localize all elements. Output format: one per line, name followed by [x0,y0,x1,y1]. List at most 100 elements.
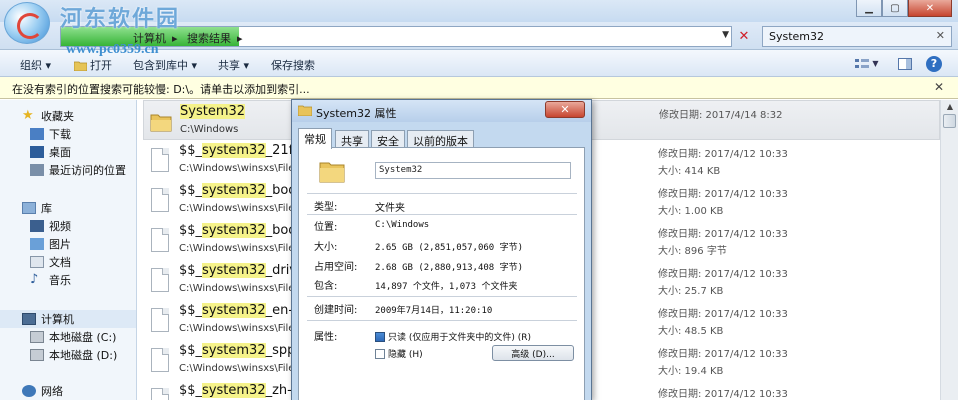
result-size: 大小: 1.00 KB [658,206,724,217]
clear-search-icon[interactable]: ✕ [936,29,945,42]
file-icon [151,348,169,372]
result-name-prefix: $$_ [179,183,203,198]
star-icon: ★ [22,108,34,123]
desktop-icon [30,146,44,158]
result-name-match: system32 [202,303,266,318]
help-button[interactable]: ? [925,55,943,72]
minimize-button[interactable]: ▁ [856,0,882,17]
tab-previous-versions[interactable]: 以前的版本 [407,130,474,148]
result-name: $$_system32_en-us [179,303,308,318]
nav-network[interactable]: 网络 [22,382,63,400]
folder-open-icon [74,61,87,71]
include-in-library-menu[interactable]: 包含到库中 ▾ [133,57,197,73]
share-menu[interactable]: 共享 ▾ [218,57,249,73]
close-infobar-icon[interactable]: ✕ [934,80,944,94]
organize-menu[interactable]: 组织 ▾ [20,57,51,73]
nav-documents[interactable]: 文档 [30,253,71,271]
breadcrumb-search-results[interactable]: 搜索结果 [187,32,231,45]
nav-favorites[interactable]: ★ 收藏夹 [22,107,74,125]
library-icon [22,202,36,214]
nav-videos[interactable]: 视频 [30,217,71,235]
checkbox-indeterminate-icon [375,331,385,342]
chevron-down-icon[interactable]: ▼ [722,30,729,40]
result-path: C:\Windows\winsxs\FileM [179,323,304,334]
nav-documents-label: 文档 [49,256,71,269]
search-input[interactable]: System32 ✕ [762,26,952,47]
view-options-button[interactable]: ▼ [852,55,882,72]
nav-computer[interactable]: 计算机 [0,310,136,328]
tab-security[interactable]: 安全 [371,130,405,148]
nav-drive-c-label: 本地磁盘 (C:) [49,331,117,344]
open-button[interactable]: 打开 [74,57,112,73]
hidden-label: 隐藏 (H) [388,350,423,360]
result-modified-date: 修改日期: 2017/4/12 10:33 [658,189,788,200]
result-name-match: system32 [202,183,266,198]
result-name: $$_system32_boot_ [179,223,308,238]
file-icon [151,188,169,212]
chevron-down-icon: ▼ [872,59,879,68]
prop-location-label: 位置: [314,222,338,233]
nav-desktop[interactable]: 桌面 [30,143,71,161]
hidden-checkbox[interactable]: 隐藏 (H) [375,347,423,360]
stop-search-button[interactable]: ✕ [734,26,754,47]
result-path: C:\Windows [180,124,239,135]
properties-dialog: System32 属性 ✕ 常规 共享 安全 以前的版本 System32 类型… [291,99,592,400]
prop-size-label: 大小: [314,242,338,253]
nav-recent-places[interactable]: 最近访问的位置 [30,161,126,179]
result-path: C:\Windows\winsxs\FileM [179,243,304,254]
result-name-match: system32 [202,223,266,238]
tab-general[interactable]: 常规 [298,128,332,149]
preview-pane-button[interactable] [896,55,914,72]
nav-drive-c[interactable]: 本地磁盘 (C:) [30,328,116,346]
readonly-checkbox[interactable]: 只读 (仅应用于文件夹中的文件) (R) [375,330,531,343]
nav-downloads[interactable]: 下载 [30,125,71,143]
nav-pictures[interactable]: 图片 [30,235,71,253]
prop-disk-size-value: 2.68 GB (2,880,913,408 字节) [375,263,524,273]
index-info-bar[interactable]: 在没有索引的位置搜索可能较慢: D:\。请单击以添加到索引... ✕ [0,77,958,99]
nav-downloads-label: 下载 [49,128,71,141]
file-icon [151,308,169,332]
tab-sharing[interactable]: 共享 [335,130,369,148]
close-button[interactable]: ✕ [908,0,952,17]
result-size: 大小: 896 字节 [658,246,727,257]
result-name: $$_system32_zh-cn [179,383,307,398]
general-tab-panel: System32 类型: 文件夹 位置: C:\Windows 大小: 2.65… [298,147,585,400]
result-modified-date: 修改日期: 2017/4/14 8:32 [659,110,783,121]
file-icon [151,148,169,172]
document-icon [30,256,44,268]
nav-libraries[interactable]: 库 [22,199,52,217]
video-icon [30,220,44,232]
window-controls: ▁ ▢ ✕ [856,0,952,18]
result-name-prefix: $$_ [179,223,203,238]
prop-size-value: 2.65 GB (2,851,057,060 字节) [375,243,524,253]
scrollbar-thumb[interactable] [943,114,956,128]
nav-drive-d[interactable]: 本地磁盘 (D:) [30,346,117,364]
result-size: 大小: 48.5 KB [658,326,724,337]
results-scrollbar[interactable]: ▲ [940,100,958,400]
result-size: 大小: 414 KB [658,166,721,177]
nav-libraries-label: 库 [41,202,52,215]
file-icon [151,388,169,400]
prop-contains-value: 14,897 个文件，1,073 个文件夹 [375,282,518,292]
folder-name-field[interactable]: System32 [375,162,571,179]
nav-computer-label: 计算机 [41,313,74,326]
music-icon: ♪ [30,272,39,287]
result-name-prefix: $$_ [179,143,203,158]
advanced-button[interactable]: 高级 (D)... [492,345,574,361]
dialog-close-button[interactable]: ✕ [545,101,585,118]
view-list-icon [855,58,870,68]
save-search-button[interactable]: 保存搜索 [271,57,315,73]
result-name-match: system32 [202,263,266,278]
search-input-value: System32 [769,30,825,43]
prop-location-value: C:\Windows [375,220,430,230]
nav-music[interactable]: ♪ 音乐 [30,271,71,289]
maximize-button[interactable]: ▢ [882,0,908,17]
help-icon: ? [926,55,942,72]
prop-type-value: 文件夹 [375,203,405,214]
scroll-up-icon[interactable]: ▲ [943,102,957,112]
nav-network-label: 网络 [41,385,63,398]
result-modified-date: 修改日期: 2017/4/12 10:33 [658,229,788,240]
folder-icon [319,162,345,183]
result-name-match: system32 [202,343,266,358]
download-folder-icon [30,128,44,140]
